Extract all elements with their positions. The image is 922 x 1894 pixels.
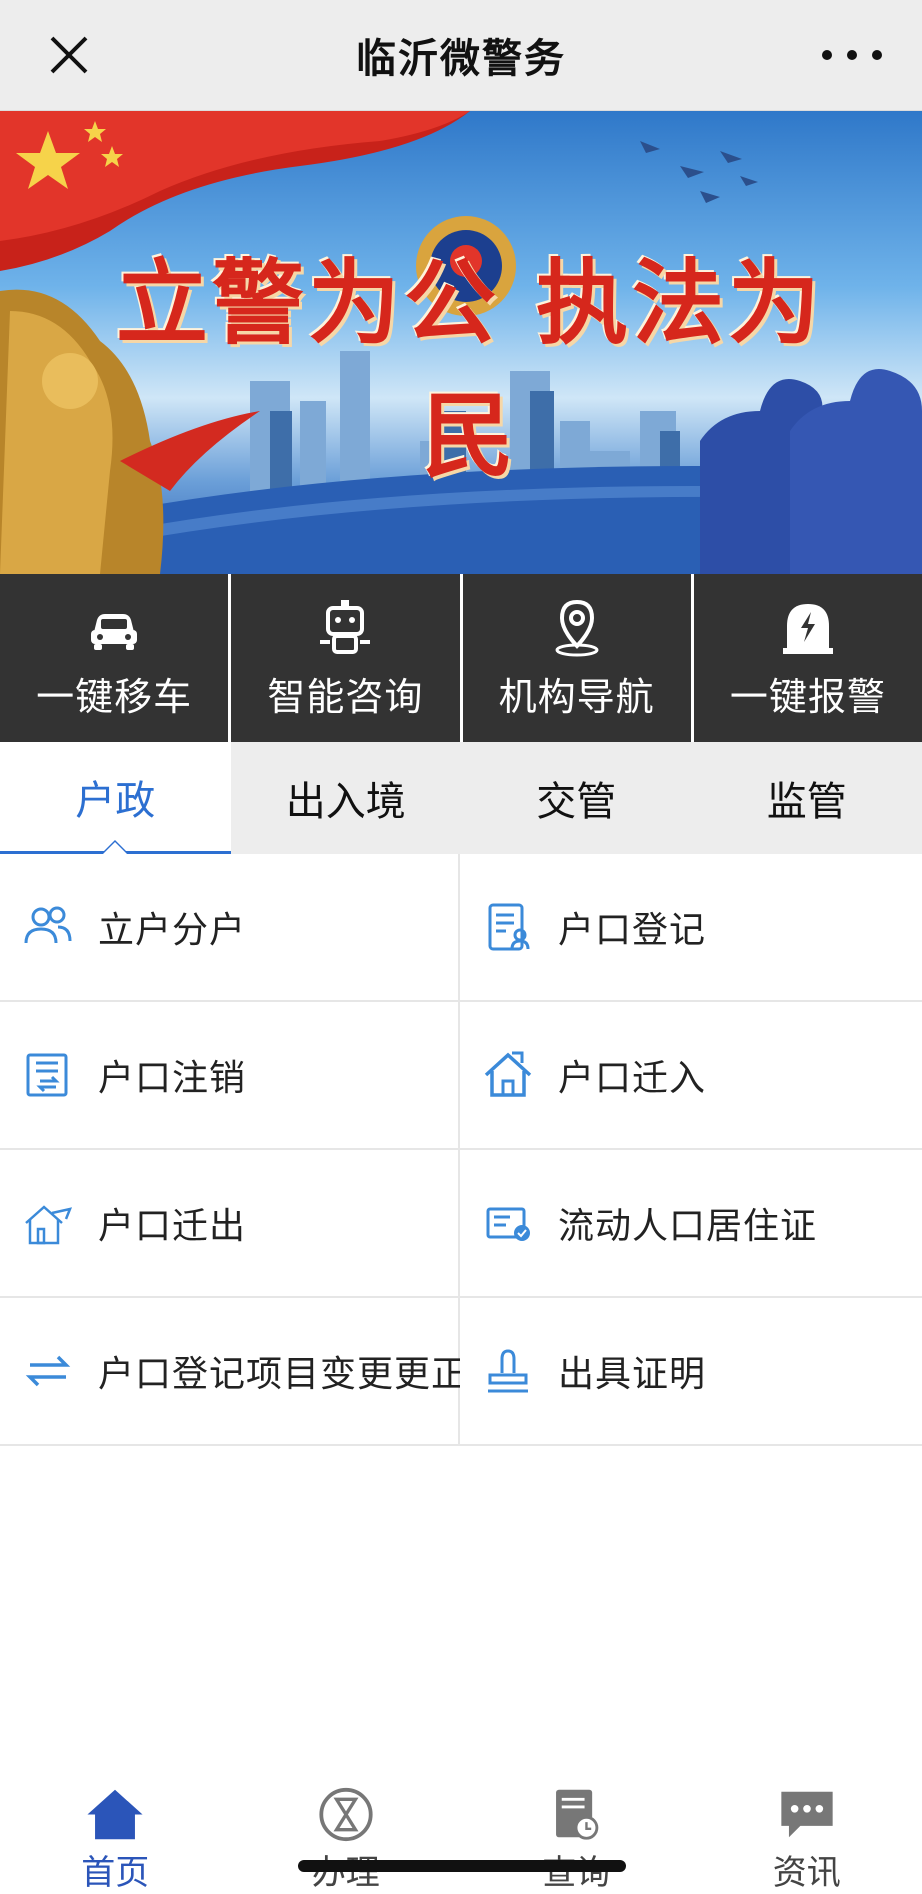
stamp-icon [488, 1349, 528, 1393]
service-label: 户口登记 [558, 910, 707, 951]
service-item[interactable]: 户口迁出 [0, 1150, 460, 1298]
service-item[interactable]: 出具证明 [460, 1298, 922, 1446]
quick-action-move-car[interactable]: 一键移车 [0, 574, 229, 742]
police-banner-image: 立警为公 执法为民 [0, 111, 922, 574]
service-label: 出具证明 [558, 1354, 707, 1395]
quick-action-label: 一键移车 [36, 674, 193, 719]
search-document-icon [556, 1789, 599, 1840]
location-pin-icon [555, 599, 599, 656]
quick-action-label: 一键报警 [729, 674, 886, 719]
people-icon [24, 906, 72, 944]
service-item[interactable]: 户口迁入 [460, 1002, 922, 1150]
quick-action-navigation[interactable]: 机构导航 [462, 574, 691, 742]
car-icon [91, 613, 138, 650]
service-item[interactable]: 户口登记 [460, 854, 922, 1002]
cancel-document-icon [26, 1053, 68, 1097]
page-title: 临沂微警务 [356, 36, 566, 82]
alarm-icon [782, 603, 833, 654]
service-item[interactable]: 流动人口居住证 [460, 1150, 922, 1298]
house-out-icon [25, 1205, 73, 1245]
service-item[interactable]: 户口登记项目变更更正 [0, 1298, 467, 1446]
top-navigation-bar: 临沂微警务 [0, 0, 922, 111]
banner-slogan: 立警为公 执法为民 [115, 249, 825, 490]
service-label: 户口注销 [98, 1058, 247, 1099]
service-label: 户口迁入 [558, 1058, 707, 1099]
quick-action-alarm[interactable]: 一键报警 [693, 574, 922, 742]
home-icon [87, 1789, 143, 1840]
service-grid: 立户分户 户口登记 户口注销 户口迁入 户口迁出 流动人口居住证 户口登记项目变… [0, 854, 922, 1446]
more-dots-icon[interactable] [822, 40, 882, 70]
service-label: 立户分户 [98, 910, 247, 951]
nav-query[interactable]: 查询 [461, 1772, 692, 1894]
close-icon[interactable] [44, 30, 94, 80]
residence-card-icon [486, 1207, 530, 1241]
swap-arrows-icon [25, 1355, 71, 1387]
service-label: 流动人口居住证 [558, 1206, 818, 1247]
register-document-icon [488, 903, 530, 951]
home-indicator-bar [298, 1860, 626, 1872]
robot-icon [320, 599, 371, 654]
quick-actions: 一键移车 智能咨询 机构导航 一键报警 [0, 574, 922, 742]
chat-bubble-icon [781, 1791, 833, 1838]
nav-label: 资讯 [772, 1853, 841, 1893]
nav-label: 首页 [81, 1853, 150, 1893]
quick-action-consult[interactable]: 智能咨询 [231, 574, 460, 742]
service-label: 户口迁出 [98, 1206, 247, 1247]
tab-household[interactable]: 户政 [0, 742, 231, 854]
service-item[interactable]: 户口注销 [0, 1002, 460, 1150]
nav-home[interactable]: 首页 [0, 1772, 231, 1894]
tab-supervision[interactable]: 监管 [692, 742, 922, 854]
tab-traffic[interactable]: 交管 [461, 742, 692, 854]
hourglass-icon [319, 1787, 373, 1842]
nav-handle[interactable]: 办理 [231, 1772, 462, 1894]
category-tabs: 户政 出入境 交管 监管 [0, 742, 922, 854]
service-item[interactable]: 立户分户 [0, 854, 460, 1002]
house-in-icon [484, 1051, 532, 1097]
bottom-navigation: 首页 办理 查询 资讯 [0, 1772, 922, 1894]
nav-news[interactable]: 资讯 [692, 1772, 922, 1894]
tab-exit-entry[interactable]: 出入境 [231, 742, 462, 854]
quick-action-label: 机构导航 [498, 674, 655, 719]
quick-action-label: 智能咨询 [267, 674, 424, 719]
service-label: 户口登记项目变更更正 [98, 1354, 469, 1395]
